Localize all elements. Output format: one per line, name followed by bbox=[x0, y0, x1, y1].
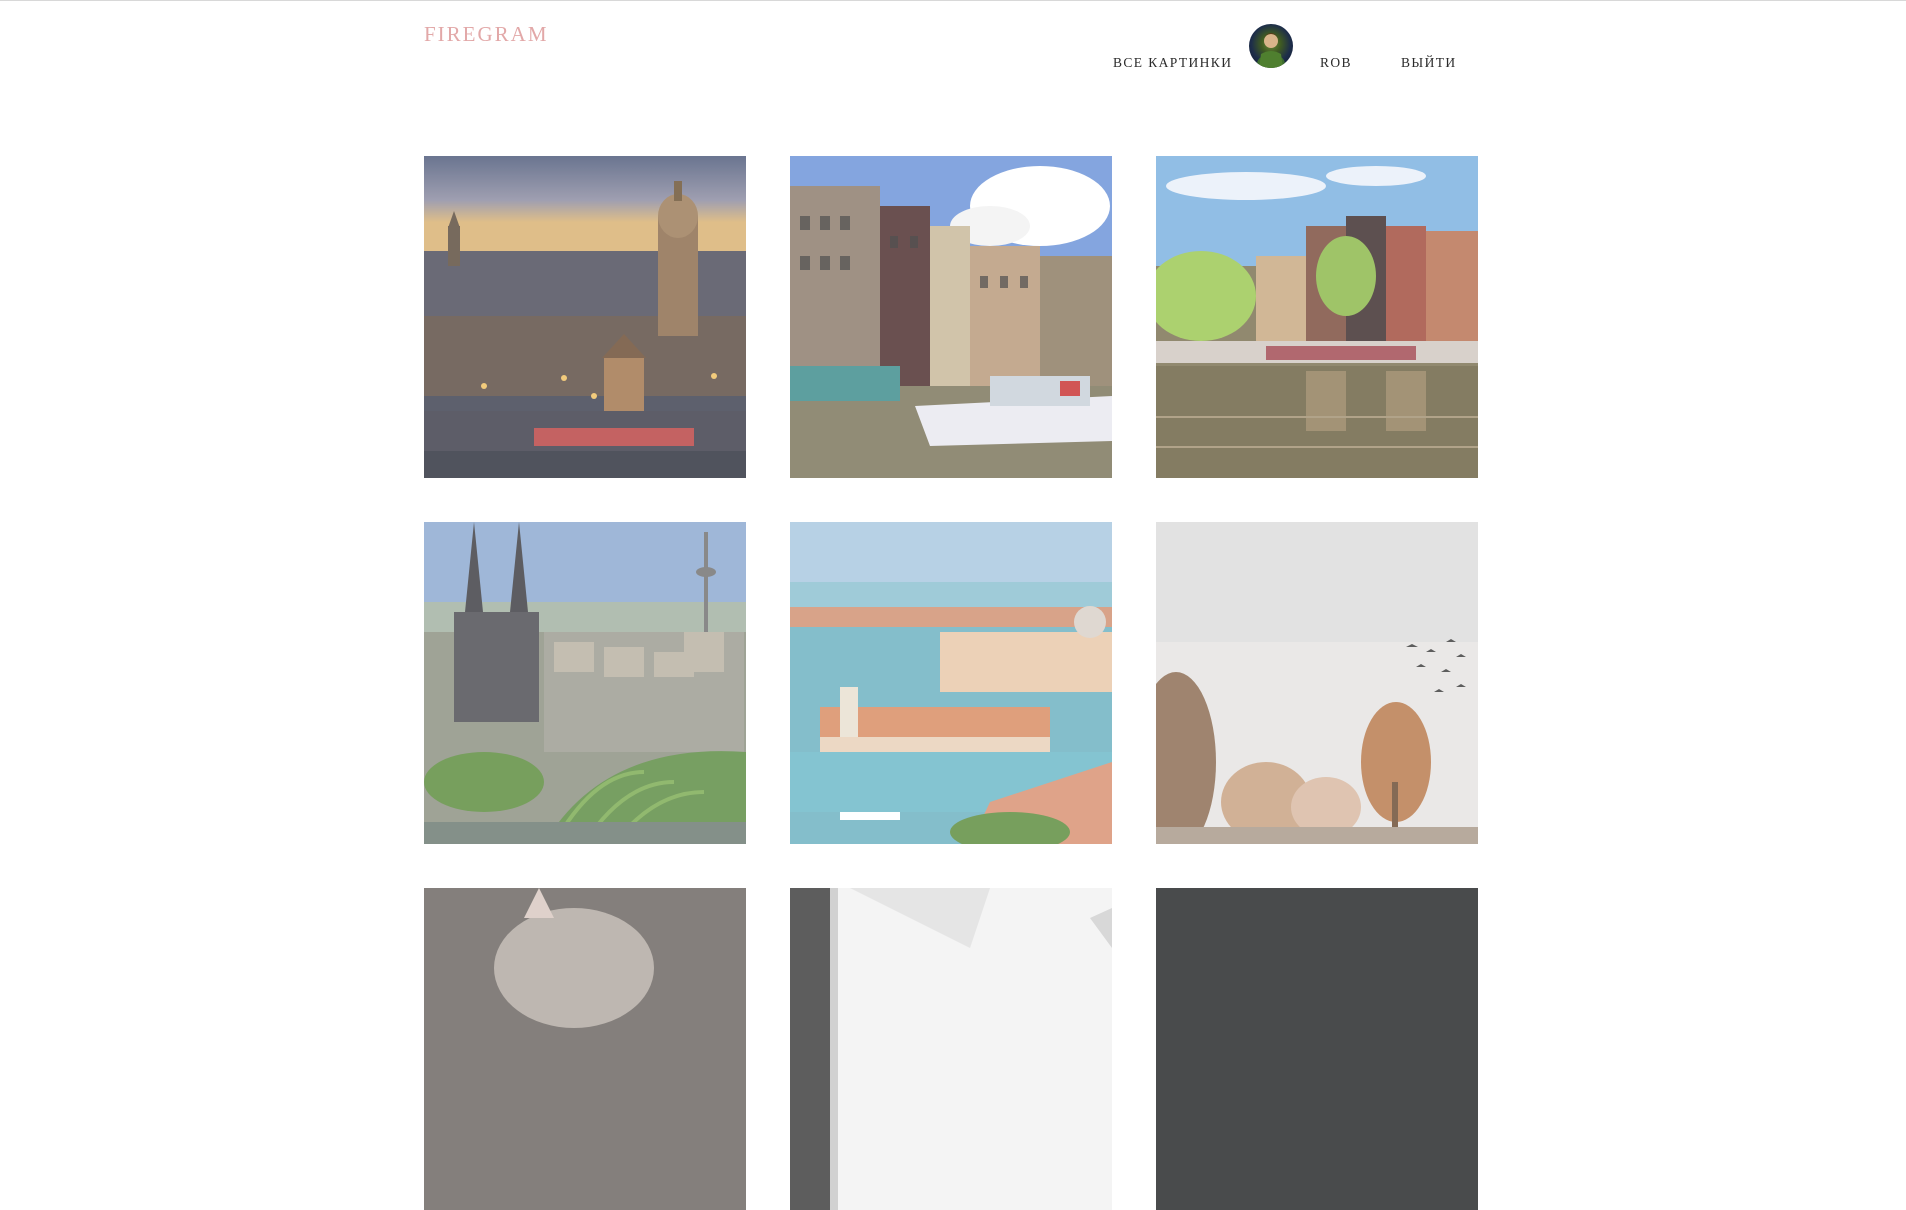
gallery-item-white-architecture[interactable] bbox=[790, 888, 1112, 1210]
gallery-item-cologne-cathedral[interactable] bbox=[424, 522, 746, 844]
nav-username[interactable]: ROB bbox=[1320, 55, 1352, 71]
site-header: FIREGRAM ВСЕ КАРТИНКИ ROB ВЫЙТИ bbox=[0, 0, 1906, 120]
gallery-item-dark[interactable] bbox=[1156, 888, 1478, 1210]
gallery-item-amsterdam-evening[interactable] bbox=[424, 156, 746, 478]
gallery-item-foggy-trees[interactable] bbox=[1156, 522, 1478, 844]
gallery-item-cat[interactable] bbox=[424, 888, 746, 1210]
nav-all-pictures[interactable]: ВСЕ КАРТИНКИ bbox=[1113, 55, 1232, 71]
logo-link[interactable]: FIREGRAM bbox=[424, 22, 549, 47]
user-avatar[interactable] bbox=[1249, 24, 1293, 68]
gallery-item-amsterdam-canal-reflection[interactable] bbox=[1156, 156, 1478, 478]
gallery-item-amsterdam-canal-boat[interactable] bbox=[790, 156, 1112, 478]
gallery-item-venice-lagoon[interactable] bbox=[790, 522, 1112, 844]
nav-logout[interactable]: ВЫЙТИ bbox=[1401, 55, 1457, 71]
